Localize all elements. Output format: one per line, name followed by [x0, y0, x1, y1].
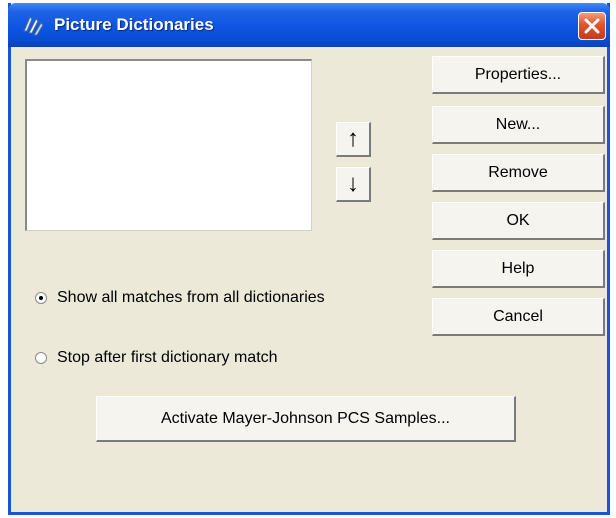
stop-first-label: Stop after first dictionary match: [57, 349, 278, 366]
dictionary-listbox[interactable]: [25, 59, 312, 231]
dictionary-app-icon: [18, 11, 46, 39]
move-up-button[interactable]: ↑: [336, 122, 371, 157]
arrow-down-icon: ↓: [347, 170, 359, 197]
show-all-label: Show all matches from all dictionaries: [57, 289, 325, 306]
help-button[interactable]: Help: [432, 250, 605, 288]
cancel-button[interactable]: Cancel: [432, 298, 605, 336]
stop-first-radio[interactable]: [35, 352, 47, 364]
arrow-up-icon: ↑: [347, 125, 359, 152]
window-title: Picture Dictionaries: [54, 15, 214, 34]
move-down-button[interactable]: ↓: [336, 167, 371, 202]
title-bar[interactable]: Picture Dictionaries: [8, 3, 610, 47]
activate-pcs-samples-button[interactable]: Activate Mayer-Johnson PCS Samples...: [96, 396, 516, 442]
show-all-option[interactable]: Show all matches from all dictionaries: [35, 287, 325, 309]
stop-first-option[interactable]: Stop after first dictionary match: [35, 347, 278, 369]
close-button[interactable]: [578, 12, 606, 40]
show-all-radio[interactable]: [35, 292, 47, 304]
ok-button[interactable]: OK: [432, 202, 605, 240]
close-icon: [584, 18, 600, 34]
properties-button[interactable]: Properties...: [432, 56, 605, 94]
remove-button[interactable]: Remove: [432, 154, 605, 192]
new-button[interactable]: New...: [432, 106, 605, 144]
